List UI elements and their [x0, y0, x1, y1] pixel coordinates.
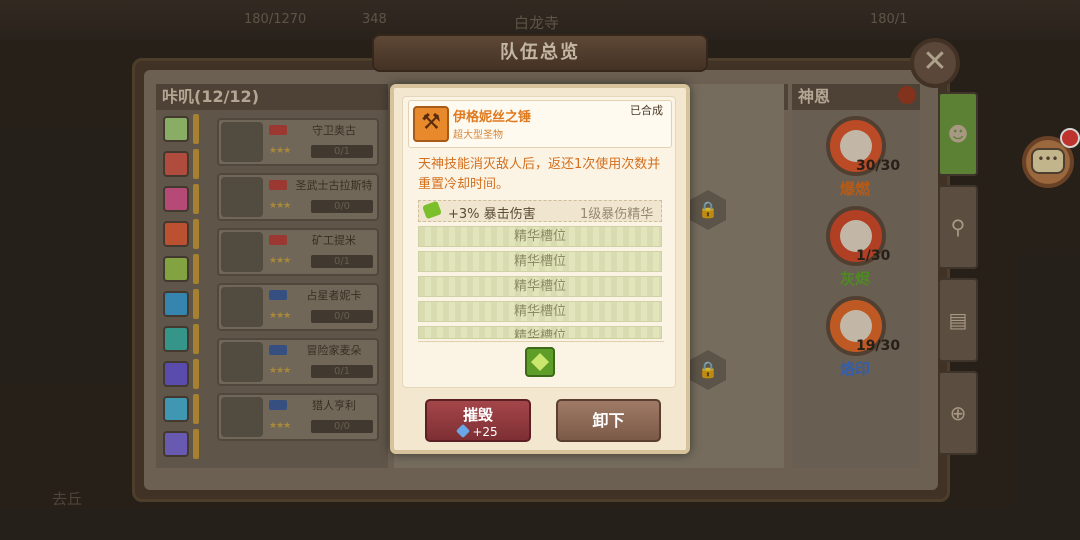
- rune-icon[interactable]: [163, 256, 189, 282]
- class-badge-icon: [269, 125, 287, 135]
- hero-avatar: [221, 397, 263, 437]
- hero-card[interactable]: 守卫奥古 ★★★ 0/1: [217, 118, 379, 166]
- side-tab[interactable]: ⊕: [938, 371, 978, 455]
- window-title: 队伍总览: [372, 34, 708, 72]
- blessing-count: 19/30: [856, 338, 901, 354]
- side-tab[interactable]: ⚲: [938, 185, 978, 269]
- gem-readout: 348: [362, 12, 387, 27]
- star-rating: ★★★: [269, 256, 291, 266]
- hero-card[interactable]: 占星者妮卡 ★★★ 0/0: [217, 283, 379, 331]
- background-text: 去丘: [52, 490, 83, 508]
- gift-icon[interactable]: [898, 86, 916, 104]
- star-rating: ★★★: [269, 146, 291, 156]
- essence-stat-text: +3% 暴击伤害: [448, 207, 536, 222]
- hero-relic-count: 0/1: [311, 365, 373, 378]
- hero-avatar: [221, 177, 263, 217]
- location-label: 白龙寺: [514, 14, 560, 32]
- rune-icon[interactable]: [163, 396, 189, 422]
- item-name: 伊格妮丝之锤: [453, 110, 532, 125]
- rune-icon[interactable]: [163, 361, 189, 387]
- star-rating: ★★★: [269, 366, 291, 376]
- rune-icon[interactable]: [163, 221, 189, 247]
- blessing-name: 烙印: [840, 360, 871, 378]
- class-badge-icon: [269, 290, 287, 300]
- hero-card[interactable]: 猎人亨利 ★★★ 0/0: [217, 393, 379, 441]
- blessing-name: 灰烬: [840, 270, 871, 288]
- hero-name: 猎人亨利: [312, 399, 356, 412]
- class-badge-icon: [269, 345, 287, 355]
- hero-avatar: [221, 232, 263, 272]
- essence-stat-tag: 1级暴伤精华: [580, 207, 654, 222]
- rune-icon[interactable]: [163, 116, 189, 142]
- item-description: 天神技能消灭敌人后，返还1次使用次数并重置冷却时间。: [418, 157, 661, 192]
- hero-relic-count: 0/1: [311, 145, 373, 158]
- destroy-button[interactable]: 摧毁 +25: [425, 399, 531, 442]
- hero-card[interactable]: 冒险家麦朵 ★★★ 0/1: [217, 338, 379, 386]
- destroy-reward-value: +25: [472, 425, 498, 439]
- hero-name: 守卫奥古: [312, 124, 356, 137]
- rune-icon[interactable]: [163, 151, 189, 177]
- hero-name: 占星者妮卡: [306, 289, 362, 302]
- side-tab[interactable]: ▤: [938, 278, 978, 362]
- blessing-count: 1/30: [856, 248, 891, 264]
- class-badge-icon: [269, 400, 287, 410]
- star-rating: ★★★: [269, 421, 291, 431]
- hero-list-header: 咔叽(12/12): [156, 84, 388, 110]
- hero-name: 冒险家麦朵: [306, 344, 362, 357]
- rune-icon[interactable]: [163, 291, 189, 317]
- hero-relic-count: 0/0: [311, 310, 373, 323]
- rune-column: [163, 116, 191, 466]
- essence-slot[interactable]: 精华槽位: [418, 301, 662, 322]
- crystal-icon: [456, 423, 471, 439]
- item-status: 已合成: [630, 104, 663, 117]
- rune-icon[interactable]: [163, 431, 189, 457]
- hero-avatar: [221, 122, 263, 162]
- hero-relic-count: 0/1: [311, 255, 373, 268]
- hammer-icon: ⚒: [413, 106, 449, 142]
- essence-slot[interactable]: 精华槽位: [418, 326, 662, 339]
- close-button[interactable]: ✕: [910, 38, 960, 88]
- stamina-readout: 180/1270: [244, 12, 307, 27]
- hero-avatar: [221, 342, 263, 382]
- popup-divider: [418, 341, 664, 342]
- hero-relic-count: 0/0: [311, 420, 373, 433]
- item-type: 超大型圣物: [453, 130, 503, 141]
- hero-name: 圣武士古拉斯特: [295, 179, 373, 192]
- notification-dot: [1060, 128, 1080, 148]
- unequip-button[interactable]: 卸下: [556, 399, 661, 442]
- hero-card[interactable]: 圣武士古拉斯特 ★★★ 0/0: [217, 173, 379, 221]
- star-rating: ★★★: [269, 201, 291, 211]
- destroy-reward: +25: [427, 423, 529, 439]
- essence-slot[interactable]: 精华槽位: [418, 251, 662, 272]
- blessing-name: 爆燃: [840, 180, 871, 198]
- class-badge-icon: [269, 180, 287, 190]
- hero-card[interactable]: 矿工提米 ★★★ 0/1: [217, 228, 379, 276]
- side-tab[interactable]: ☻: [938, 92, 978, 176]
- chat-icon: •••: [1031, 148, 1065, 174]
- rune-icon[interactable]: [163, 186, 189, 212]
- topbar-secondary-readout: 180/1: [870, 12, 908, 27]
- hero-name: 矿工提米: [312, 234, 356, 247]
- class-badge-icon: [269, 235, 287, 245]
- hero-avatar: [221, 287, 263, 327]
- hero-level-bars: [193, 114, 201, 464]
- hero-relic-count: 0/0: [311, 200, 373, 213]
- star-rating: ★★★: [269, 311, 291, 321]
- destroy-button-label: 摧毁: [462, 406, 493, 424]
- rune-icon[interactable]: [163, 326, 189, 352]
- blessing-count: 30/30: [856, 158, 901, 174]
- essence-slot[interactable]: 精华槽位: [418, 226, 662, 247]
- essence-slot[interactable]: 精华槽位: [418, 276, 662, 297]
